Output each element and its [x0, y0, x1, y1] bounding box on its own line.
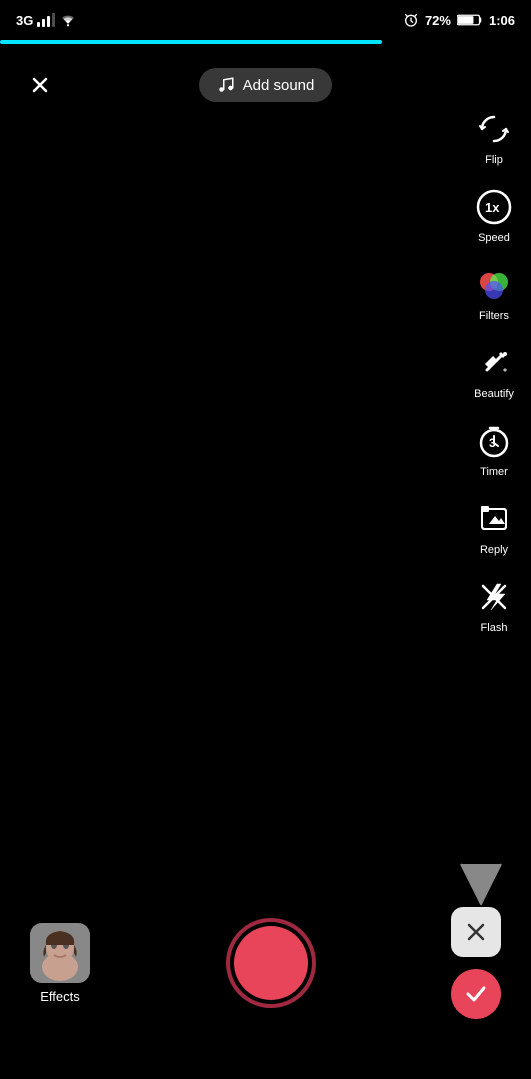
speed-label: Speed — [478, 232, 510, 244]
signal-icon — [37, 13, 55, 27]
timer-icon: 3 — [471, 418, 517, 464]
close-button[interactable] — [20, 65, 60, 105]
flash-button[interactable]: Flash — [465, 568, 523, 640]
status-bar: 3G 72% 1:06 — [0, 0, 531, 40]
wifi-icon — [59, 13, 77, 27]
carrier-text: 3G — [16, 13, 33, 28]
timer-button[interactable]: 3 Timer — [465, 412, 523, 484]
music-icon — [217, 76, 235, 94]
filters-button[interactable]: Filters — [465, 256, 523, 328]
add-sound-button[interactable]: Add sound — [199, 68, 333, 102]
beautify-icon — [471, 340, 517, 386]
speed-icon: 1x — [471, 184, 517, 230]
speed-button[interactable]: 1x Speed — [465, 178, 523, 250]
time-display: 1:06 — [489, 13, 515, 28]
reply-button[interactable]: Reply — [465, 490, 523, 562]
beautify-button[interactable]: Beautify — [465, 334, 523, 406]
effects-thumbnail — [30, 923, 90, 983]
delete-button[interactable] — [451, 907, 501, 957]
confirm-button[interactable] — [451, 969, 501, 1019]
flip-button[interactable]: Flip — [465, 100, 523, 172]
flip-label: Flip — [485, 154, 503, 166]
filters-icon — [471, 262, 517, 308]
action-buttons — [451, 907, 501, 1019]
top-bar: Add sound — [0, 55, 531, 115]
reply-icon — [471, 496, 517, 542]
flash-icon — [471, 574, 517, 620]
battery-icon — [457, 13, 483, 27]
add-sound-label: Add sound — [243, 77, 315, 94]
status-left: 3G — [16, 13, 77, 28]
svg-text:1x: 1x — [485, 200, 500, 215]
beautify-label: Beautify — [474, 388, 514, 400]
filters-label: Filters — [479, 310, 509, 322]
status-right: 72% 1:06 — [403, 12, 515, 28]
effects-label: Effects — [40, 989, 80, 1004]
record-button[interactable] — [226, 918, 316, 1008]
scroll-down-arrow[interactable] — [451, 849, 511, 914]
reply-label: Reply — [480, 544, 508, 556]
record-button-inner — [234, 926, 308, 1000]
effects-button[interactable]: Effects — [30, 923, 90, 1004]
timer-label: Timer — [480, 466, 508, 478]
bottom-controls: Effects — [0, 907, 531, 1019]
right-sidebar: Flip 1x Speed Filters — [465, 100, 523, 640]
alarm-icon — [403, 12, 419, 28]
battery-percent: 72% — [425, 13, 451, 28]
flip-icon — [471, 106, 517, 152]
flash-label: Flash — [481, 622, 508, 634]
record-progress-bar — [0, 40, 382, 44]
